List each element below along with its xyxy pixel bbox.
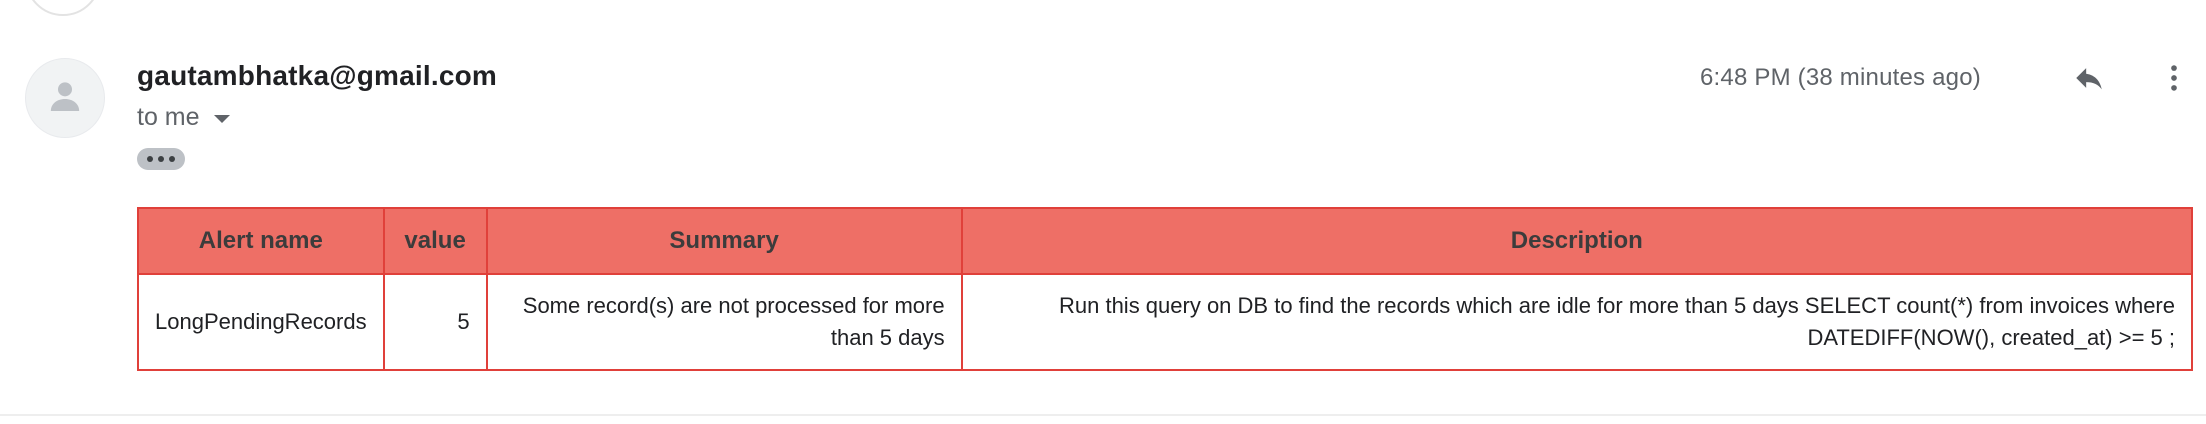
recipients-label: to me [137,103,200,131]
reply-button[interactable] [2065,56,2113,104]
chevron-down-icon [213,115,230,123]
show-trimmed-content-button[interactable] [137,148,185,170]
cell-summary: Some record(s) are not processed for mor… [485,273,963,371]
ellipsis-icon [147,156,153,162]
alert-table: Alert name value Summary Description Lon… [137,207,2194,371]
cell-description: Run this query on DB to find the records… [960,273,2194,371]
avatar[interactable] [25,58,105,138]
table-row: LongPendingRecords 5 Some record(s) are … [137,273,2194,371]
message-timestamp: 6:48 PM (38 minutes ago) [1700,64,1981,91]
header-description: Description [960,207,2194,275]
header-value: value [382,207,488,275]
cell-value: 5 [382,273,488,371]
person-icon [45,76,85,121]
more-options-button[interactable] [2150,56,2198,104]
header-alert-name: Alert name [137,207,385,275]
alert-table-header-row: Alert name value Summary Description [137,207,2194,275]
more-vert-icon [2157,61,2191,100]
sender-email[interactable]: gautambhatka@gmail.com [137,60,497,92]
cell-alert-name: LongPendingRecords [137,273,385,371]
previous-message-avatar [25,0,101,16]
reply-icon [2072,61,2106,100]
header-summary: Summary [485,207,963,275]
recipients-toggle[interactable]: to me [137,103,230,132]
divider [0,414,2206,416]
